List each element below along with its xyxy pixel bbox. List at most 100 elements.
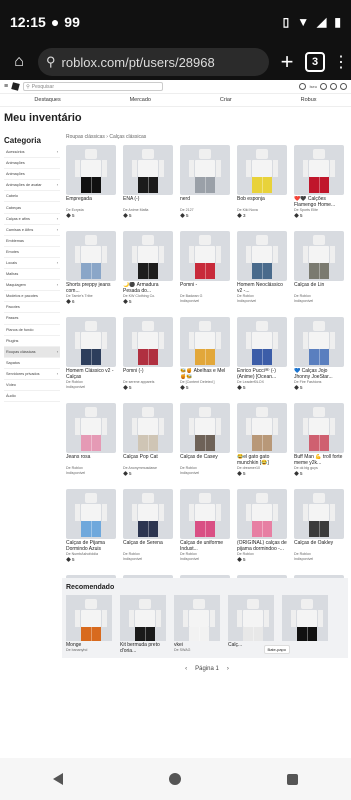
nav-robux[interactable]: Robux xyxy=(301,97,317,103)
nav-destaques[interactable]: Destaques xyxy=(34,97,60,103)
item-name[interactable]: Calças de uniforme Indust... xyxy=(180,540,230,552)
recommended-card[interactable]: vkei De SWAG xyxy=(174,595,220,654)
item-thumbnail[interactable] xyxy=(123,403,173,453)
recommended-thumbnail[interactable] xyxy=(174,595,220,641)
item-card[interactable]: Calças Pop Cat De Anonymmusdawe 5 xyxy=(123,403,173,485)
recents-icon[interactable] xyxy=(287,773,298,785)
sidebar-item[interactable]: Cabeças xyxy=(4,202,60,214)
item-name[interactable]: ENA (-) xyxy=(123,196,173,208)
sidebar-item[interactable]: Acessórios › xyxy=(4,147,60,159)
sidebar-item[interactable]: Emotes xyxy=(4,247,60,258)
item-name[interactable]: Pomni - xyxy=(180,282,230,294)
item-card[interactable]: Calças de Oakley De Roblox Indisponível xyxy=(294,489,344,571)
tab-switcher-button[interactable]: 3 xyxy=(305,52,325,72)
recommended-name[interactable]: Kit bermuda preto d'oria... xyxy=(120,642,166,654)
sidebar-item[interactable]: Servidores privados › xyxy=(4,369,60,380)
item-card[interactable]: Calças de Casey De Roblox Indisponível xyxy=(180,403,230,485)
breadcrumb[interactable]: Roupas clássicas › Calças clássicas xyxy=(66,134,146,140)
item-card[interactable]: Enrico Pucci⁽ᴿ⁾ (-) (Anime) [Ocean... De … xyxy=(237,317,287,399)
item-card[interactable]: 😂el gato gato munchkin [😂] De dreamer10 5 xyxy=(237,403,287,485)
item-card[interactable]: Bob esponja De Kiki Nova 3 xyxy=(237,145,287,227)
settings-icon[interactable] xyxy=(340,83,347,90)
sidebar-item[interactable]: Vídeo xyxy=(4,380,60,392)
sidebar-item[interactable]: Planos de fundo xyxy=(4,325,60,336)
item-card[interactable]: Calças de Serena De Roblox Indisponível xyxy=(123,489,173,571)
item-card[interactable]: 🌙⚫ Armadura Pesada do... De KW Clothing C… xyxy=(123,231,173,313)
item-name[interactable]: Calças de Lin xyxy=(294,282,344,294)
item-thumbnail[interactable] xyxy=(294,231,344,281)
sidebar-item[interactable]: Calças e afins › xyxy=(4,214,60,225)
item-thumbnail[interactable] xyxy=(237,231,287,281)
item-name[interactable]: ❤️🖤 Calções Flamengo Home... xyxy=(294,196,344,208)
sidebar-item[interactable]: Camisas e Afins › xyxy=(4,225,60,236)
item-name[interactable]: Jeans rosa xyxy=(66,454,116,466)
avatar[interactable] xyxy=(299,83,307,90)
back-icon[interactable] xyxy=(53,773,63,785)
item-thumbnail[interactable] xyxy=(294,145,344,195)
item-thumbnail[interactable] xyxy=(66,317,116,367)
site-settings-icon[interactable]: ⚲ xyxy=(46,54,56,70)
item-name[interactable]: 🌙⚫ Armadura Pesada do... xyxy=(123,282,173,294)
item-thumbnail[interactable] xyxy=(123,317,173,367)
sidebar-item[interactable]: Emblemas xyxy=(4,236,60,247)
item-thumbnail[interactable] xyxy=(180,489,230,539)
search-input[interactable]: ⚲ Pesquisar xyxy=(23,82,164,91)
item-card[interactable]: Pomni - De Badwan G Indisponível xyxy=(180,231,230,313)
sidebar-item[interactable]: Roupas clássicas › xyxy=(4,346,60,358)
chat-button[interactable]: Bate-papo xyxy=(263,645,290,654)
prev-page-button[interactable]: ‹ xyxy=(185,666,187,672)
address-bar[interactable]: ⚲ roblox.com/pt/users/28968 xyxy=(38,48,269,76)
notifications-icon[interactable] xyxy=(320,83,327,90)
sidebar-item[interactable]: Plugins xyxy=(4,336,60,347)
item-card[interactable]: Homem Neoclássico v2 -... De Roblox Indisp… xyxy=(237,231,287,313)
recommended-thumbnail[interactable] xyxy=(66,595,112,641)
item-thumbnail[interactable] xyxy=(66,231,116,281)
home-circle-icon[interactable] xyxy=(169,773,181,785)
nav-criar[interactable]: Criar xyxy=(220,97,232,103)
item-card[interactable]: Shorts preppy jeans com... De Tamie's Tri… xyxy=(66,231,116,313)
recommended-creator[interactable]: De SWAG xyxy=(174,648,220,652)
item-name[interactable]: Bob esponja xyxy=(237,196,287,208)
new-tab-button[interactable]: + xyxy=(277,49,297,75)
item-thumbnail[interactable] xyxy=(66,403,116,453)
item-thumbnail[interactable] xyxy=(180,145,230,195)
item-thumbnail[interactable] xyxy=(66,145,116,195)
item-name[interactable]: Empregada xyxy=(66,196,116,208)
item-card[interactable]: Empregada De Ecrysta 5 xyxy=(66,145,116,227)
robux-icon[interactable] xyxy=(330,83,337,90)
item-card[interactable]: Buff Man 💪 troll forte meme y2k... De ok … xyxy=(294,403,344,485)
hamburger-icon[interactable]: ≡ xyxy=(4,83,8,90)
item-card[interactable]: ❤️🖤 Calções Flamengo Home... De Sports El… xyxy=(294,145,344,227)
roblox-logo[interactable] xyxy=(11,82,20,91)
item-name[interactable]: Buff Man 💪 troll forte meme y2k... xyxy=(294,454,344,466)
item-name[interactable]: Enrico Pucci⁽ᴿ⁾ (-) (Anime) [Ocean... xyxy=(237,368,287,380)
recommended-creator[interactable]: De bananyhd xyxy=(66,648,112,652)
item-thumbnail[interactable] xyxy=(123,489,173,539)
item-name[interactable]: Homem Clássico v2 - Calças xyxy=(66,368,116,380)
sidebar-item[interactable]: Animações de avatar › xyxy=(4,180,60,192)
sidebar-item[interactable]: Modelos e pacotes xyxy=(4,291,60,303)
recommended-thumbnail[interactable] xyxy=(228,595,274,641)
nav-mercado[interactable]: Mercado xyxy=(130,97,151,103)
item-card[interactable]: Calças de Pijama Dormindo Azuis De NumbAs… xyxy=(66,489,116,571)
item-name[interactable]: Calças Pop Cat xyxy=(123,454,173,466)
user-label[interactable]: Iseu xyxy=(309,84,317,89)
recommended-thumbnail[interactable] xyxy=(120,595,166,641)
item-thumbnail[interactable] xyxy=(123,145,173,195)
sidebar-item[interactable]: Animações xyxy=(4,169,60,181)
item-name[interactable]: 😂el gato gato munchkin [😂] xyxy=(237,454,287,466)
item-name[interactable]: Calças de Pijama Dormindo Azuis xyxy=(66,540,116,552)
item-card[interactable]: ENA (-) De Anime Mafia 5 xyxy=(123,145,173,227)
sidebar-item[interactable]: Passes xyxy=(4,313,60,325)
browser-menu-icon[interactable]: ⋮ xyxy=(333,52,349,72)
item-name[interactable]: Homem Neoclássico v2 -... xyxy=(237,282,287,294)
sidebar-item[interactable]: Áudio xyxy=(4,391,60,403)
item-thumbnail[interactable] xyxy=(294,489,344,539)
item-card[interactable]: Jeans rosa De Roblox Indisponível xyxy=(66,403,116,485)
item-thumbnail[interactable] xyxy=(66,489,116,539)
next-page-button[interactable]: › xyxy=(227,666,229,672)
sidebar-item[interactable]: Maquiagem › xyxy=(4,280,60,292)
item-thumbnail[interactable] xyxy=(180,317,230,367)
item-name[interactable]: (ORIGINAL) calças de pijama dormindoo -.… xyxy=(237,540,287,552)
sidebar-item[interactable]: Locais › xyxy=(4,258,60,270)
